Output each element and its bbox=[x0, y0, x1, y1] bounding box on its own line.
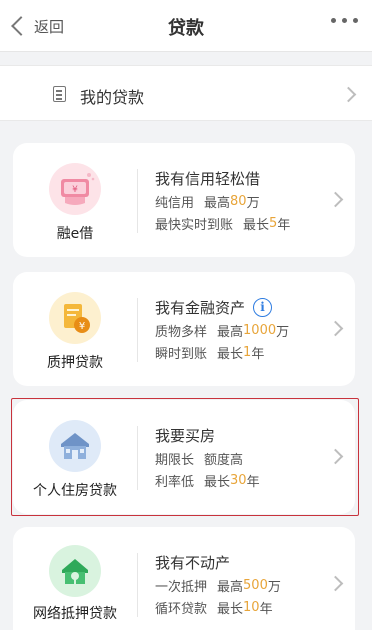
detail-text: 最快实时到账 bbox=[155, 217, 234, 233]
detail-value: 80 bbox=[230, 193, 247, 209]
detail-text: 纯信用 bbox=[155, 195, 195, 211]
detail-text: 最长 bbox=[217, 346, 244, 362]
product-info: 我有金融资产 i 质物多样 最高 1000 万 瞬时到账 最长 1 年 bbox=[155, 295, 289, 363]
chevron-right-icon bbox=[327, 575, 344, 592]
product-detail-line: 纯信用 最高 80 万 bbox=[155, 190, 290, 212]
detail-unit: 万 bbox=[246, 195, 260, 211]
product-detail-line: 利率低 最长 30 年 bbox=[155, 469, 260, 491]
navigation-bar: 返回 贷款 bbox=[0, 0, 372, 52]
product-detail-line: 最快实时到账 最长 5 年 bbox=[155, 212, 290, 234]
detail-text: 一次抵押 bbox=[155, 579, 208, 595]
product-card-online-mortgage[interactable]: 网络抵押贷款 我有不动产 一次抵押 最高 500 万 循环贷款 最长 10 年 bbox=[13, 527, 355, 630]
my-loans-row[interactable]: 我的贷款 bbox=[0, 65, 372, 121]
detail-text: 最长 bbox=[204, 474, 231, 490]
product-detail-line: 一次抵押 最高 500 万 bbox=[155, 574, 281, 596]
product-detail-line: 质物多样 最高 1000 万 bbox=[155, 319, 289, 341]
product-headline: 我有金融资产 i bbox=[155, 295, 289, 319]
detail-text: 质物多样 bbox=[155, 324, 208, 340]
svg-text:¥: ¥ bbox=[79, 321, 85, 332]
detail-value: 500 bbox=[243, 577, 268, 593]
detail-text: 期限长 bbox=[155, 452, 195, 468]
detail-unit: 年 bbox=[246, 474, 260, 490]
chevron-right-icon bbox=[327, 448, 344, 465]
product-headline: 我有信用轻松借 bbox=[155, 169, 261, 188]
detail-value: 5 bbox=[269, 215, 278, 231]
detail-value: 10 bbox=[243, 599, 260, 615]
product-detail-line: 瞬时到账 最长 1 年 bbox=[155, 341, 289, 363]
divider bbox=[137, 298, 138, 362]
divider bbox=[137, 169, 138, 233]
more-dots-icon[interactable] bbox=[331, 18, 358, 23]
detail-text: 最长 bbox=[243, 217, 270, 233]
detail-text: 最高 bbox=[217, 579, 244, 595]
document-icon bbox=[53, 86, 66, 102]
detail-text: 最高 bbox=[204, 195, 231, 211]
detail-unit: 万 bbox=[267, 579, 281, 595]
product-info: 我要买房 期限长 额度高 利率低 最长 30 年 bbox=[155, 423, 260, 491]
pledge-document-icon: ¥ bbox=[49, 292, 101, 344]
product-card-rongejie[interactable]: ¥ 融e借 我有信用轻松借 纯信用 最高 80 万 最快实时到账 最长 5 年 bbox=[13, 143, 355, 257]
page-title: 贷款 bbox=[168, 18, 204, 39]
product-info: 我有信用轻松借 纯信用 最高 80 万 最快实时到账 最长 5 年 bbox=[155, 166, 290, 234]
detail-text: 循环贷款 bbox=[155, 601, 208, 617]
house-key-icon bbox=[49, 545, 101, 597]
product-detail-line: 循环贷款 最长 10 年 bbox=[155, 596, 281, 618]
product-name: 质押贷款 bbox=[47, 355, 103, 371]
detail-value: 1000 bbox=[243, 322, 277, 338]
detail-unit: 年 bbox=[277, 217, 291, 233]
house-icon bbox=[49, 420, 101, 472]
detail-text: 瞬时到账 bbox=[155, 346, 208, 362]
divider bbox=[137, 426, 138, 490]
detail-unit: 万 bbox=[276, 324, 290, 340]
product-headline: 我要买房 bbox=[155, 426, 216, 445]
info-icon[interactable]: i bbox=[253, 297, 273, 317]
product-card-pledge-loan[interactable]: ¥ 质押贷款 我有金融资产 i 质物多样 最高 1000 万 瞬时到账 最长 1 年 bbox=[13, 272, 355, 386]
svg-text:¥: ¥ bbox=[72, 185, 78, 195]
chevron-right-icon bbox=[327, 191, 344, 208]
divider bbox=[137, 553, 138, 617]
detail-unit: 年 bbox=[251, 346, 265, 362]
chevron-right-icon bbox=[327, 320, 344, 337]
product-name: 融e借 bbox=[56, 226, 94, 242]
product-detail-line: 期限长 额度高 bbox=[155, 447, 260, 469]
detail-text: 利率低 bbox=[155, 474, 195, 490]
chevron-right-icon bbox=[340, 86, 357, 103]
product-name: 个人住房贷款 bbox=[33, 483, 117, 499]
detail-text: 最长 bbox=[217, 601, 244, 617]
my-loans-label: 我的贷款 bbox=[80, 88, 145, 107]
product-info: 我有不动产 一次抵押 最高 500 万 循环贷款 最长 10 年 bbox=[155, 550, 281, 618]
detail-value: 1 bbox=[243, 344, 252, 360]
detail-value: 30 bbox=[230, 472, 247, 488]
product-card-housing-loan[interactable]: 个人住房贷款 我要买房 期限长 额度高 利率低 最长 30 年 bbox=[13, 400, 355, 514]
detail-text: 额度高 bbox=[204, 452, 244, 468]
credit-card-icon: ¥ bbox=[49, 163, 101, 215]
detail-unit: 年 bbox=[259, 601, 273, 617]
product-headline: 我有不动产 bbox=[155, 553, 231, 572]
product-name: 网络抵押贷款 bbox=[33, 606, 117, 622]
detail-text: 最高 bbox=[217, 324, 244, 340]
headline-text: 我有金融资产 bbox=[155, 298, 246, 317]
